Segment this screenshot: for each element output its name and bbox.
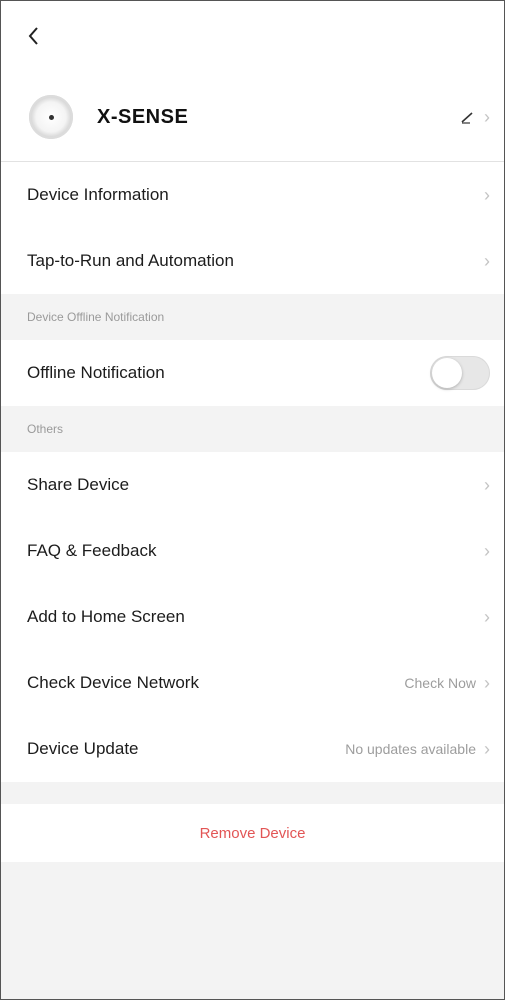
device-header[interactable]: X-SENSE › [1, 73, 504, 162]
offline-notification-toggle[interactable] [430, 356, 490, 390]
row-label: Share Device [27, 475, 130, 494]
share-device-row[interactable]: Share Device › [1, 452, 504, 518]
others-list: Share Device › FAQ & Feedback › Add to H… [1, 452, 504, 782]
device-information-row[interactable]: Device Information › [1, 162, 504, 228]
row-right: Check Now › [404, 674, 490, 692]
row-label: Device Information [27, 185, 169, 204]
back-button[interactable] [21, 23, 47, 49]
faq-feedback-row[interactable]: FAQ & Feedback › [1, 518, 504, 584]
section-header-offline: Device Offline Notification [1, 294, 504, 340]
offline-notification-row: Offline Notification [1, 340, 504, 406]
chevron-right-icon: › [484, 185, 490, 205]
update-status-value: No updates available [345, 741, 476, 757]
spacer [1, 782, 504, 804]
row-label: FAQ & Feedback [27, 541, 157, 560]
settings-screen: X-SENSE › Device Information › Tap-to-Ru… [0, 0, 505, 1000]
remove-device-button[interactable]: Remove Device [1, 804, 504, 862]
check-now-value: Check Now [404, 675, 476, 691]
row-label: Device Update [27, 739, 139, 758]
chevron-right-icon: › [484, 607, 490, 627]
row-label: Add to Home Screen [27, 607, 185, 626]
smoke-detector-icon [29, 95, 73, 139]
pencil-icon [461, 112, 473, 124]
chevron-right-icon: › [484, 107, 490, 127]
edit-device-name[interactable]: › [460, 108, 490, 126]
row-label: Tap-to-Run and Automation [27, 251, 234, 270]
top-bar [1, 1, 504, 73]
device-update-row[interactable]: Device Update No updates available › [1, 716, 504, 782]
row-right: No updates available › [345, 740, 490, 758]
chevron-right-icon: › [484, 475, 490, 495]
chevron-right-icon: › [484, 541, 490, 561]
toggle-knob [432, 358, 462, 388]
row-label: Offline Notification [27, 363, 165, 382]
check-device-network-row[interactable]: Check Device Network Check Now › [1, 650, 504, 716]
device-header-container: X-SENSE › [1, 73, 504, 162]
back-chevron-icon [28, 27, 38, 45]
add-to-home-screen-row[interactable]: Add to Home Screen › [1, 584, 504, 650]
tap-to-run-row[interactable]: Tap-to-Run and Automation › [1, 228, 504, 294]
chevron-right-icon: › [484, 251, 490, 271]
device-name: X-SENSE [97, 105, 189, 128]
offline-notification-list: Offline Notification [1, 340, 504, 406]
chevron-right-icon: › [484, 739, 490, 759]
row-label: Check Device Network [27, 673, 199, 692]
top-settings-list: Device Information › Tap-to-Run and Auto… [1, 162, 504, 294]
chevron-right-icon: › [484, 673, 490, 693]
section-header-others: Others [1, 406, 504, 452]
